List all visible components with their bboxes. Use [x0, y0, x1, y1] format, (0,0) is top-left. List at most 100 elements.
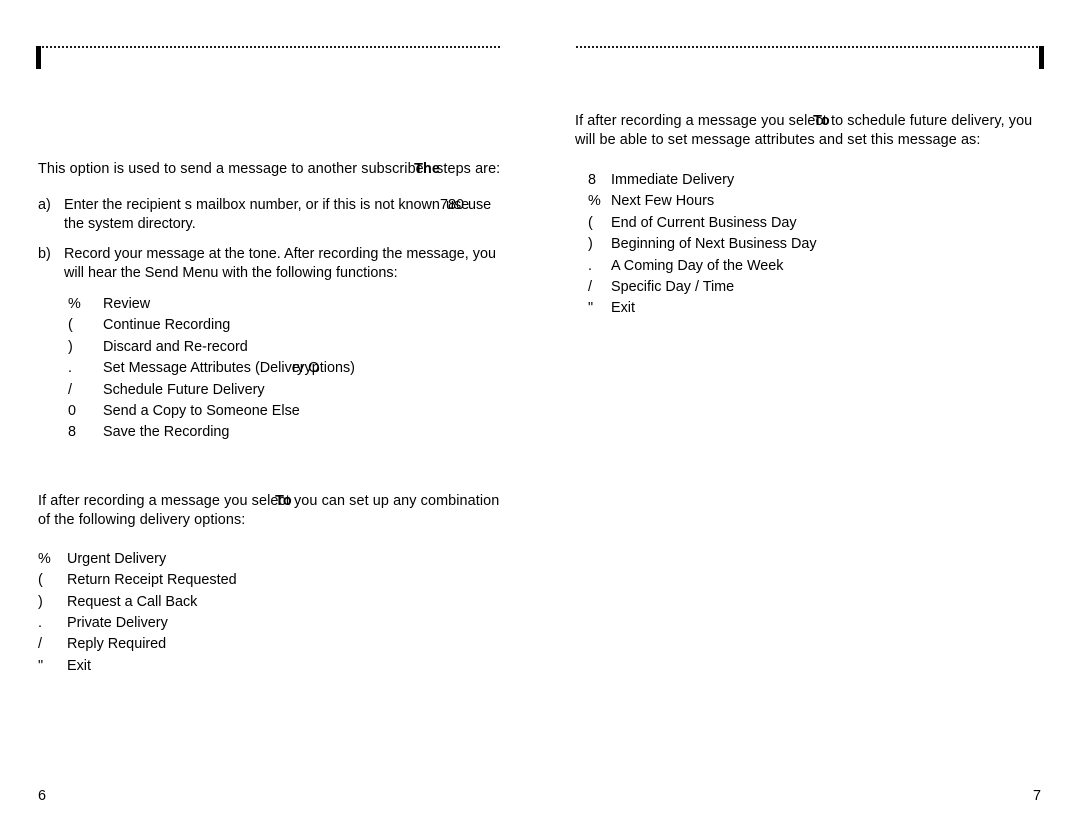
intro-text-before: This option is used to send a message to…	[38, 161, 393, 177]
header-tab-marker-left	[36, 46, 41, 69]
delivery-intro-overlap-over: To	[275, 492, 292, 509]
page-left: This option is used to send a message to…	[0, 0, 540, 834]
schedule-intro-overlap-artifact: lect To	[804, 112, 830, 131]
key-label: Save the Recording	[103, 424, 230, 441]
header-rule-left	[38, 46, 502, 48]
list-item: / Specific Day / Time	[575, 277, 1052, 298]
step-item-b: b) Record your message at the tone. After…	[38, 245, 510, 283]
list-item: 8 Save the Recording	[68, 422, 510, 443]
key-label: Continue Recording	[103, 317, 231, 334]
page-right: If after recording a message you select T…	[540, 0, 1080, 834]
key-label: Reply Required	[67, 636, 167, 653]
send-menu-list: % Review ( Continue Recording ) Discard …	[68, 294, 510, 444]
intro-overlap-over: The	[414, 161, 440, 177]
list-item: ) Request a Call Back	[38, 592, 510, 613]
step-b-text: Record your message at the tone. After r…	[64, 246, 496, 281]
list-item: 0 Send a Copy to Someone Else	[68, 401, 510, 422]
key-symbol: )	[38, 593, 43, 610]
step-a-text-before: Enter the recipient s mailbox number, or…	[64, 197, 440, 213]
list-gap	[575, 150, 1052, 170]
key-symbol: /	[68, 381, 72, 398]
left-page-content: This option is used to send a message to…	[38, 160, 510, 677]
schedule-intro-paragraph: If after recording a message you select T…	[575, 112, 1052, 150]
key-label: Exit	[67, 657, 91, 674]
key-symbol: %	[68, 296, 81, 312]
key-label: Beginning of Next Business Day	[611, 236, 817, 253]
key-label: Request a Call Back	[67, 593, 198, 610]
key-label-before: Set Message Attributes (De	[103, 360, 279, 377]
steps-list: a) Enter the recipient s mailbox number, …	[38, 196, 510, 283]
intro-paragraph: This option is used to send a message to…	[38, 160, 510, 179]
key-symbol: "	[588, 300, 594, 317]
key-label: Set Message Attributes (Delivery ry Optio…	[103, 358, 510, 379]
delivery-intro-overlap-artifact: lect To	[267, 492, 292, 511]
key-symbol: %	[38, 550, 51, 567]
key-symbol: )	[68, 338, 73, 355]
intro-text-after: steps are:	[431, 161, 501, 177]
right-page-content: If after recording a message you select T…	[575, 112, 1052, 320]
list-item: ( Continue Recording	[68, 315, 510, 336]
step-item-a: a) Enter the recipient s mailbox number, …	[38, 196, 510, 234]
key-label: A Coming Day of the Week	[611, 257, 784, 274]
key-symbol: "	[38, 657, 44, 674]
delivery-intro-before: If after recording a message you se	[38, 492, 268, 509]
list-item: ( Return Receipt Requested	[38, 570, 510, 591]
list-item: ) Beginning of Next Business Day	[575, 234, 1052, 255]
key-label: Send a Copy to Someone Else	[103, 402, 300, 419]
step-marker-a: a)	[38, 197, 51, 213]
header-rule-right	[576, 46, 1040, 48]
key-symbol: 8	[588, 172, 597, 188]
key-symbol: .	[38, 614, 42, 631]
key-label: Review	[103, 296, 151, 312]
key-symbol: %	[588, 193, 601, 210]
page-number-right: 7	[1032, 788, 1041, 804]
key-symbol: 0	[68, 402, 77, 419]
list-item: . Private Delivery	[38, 613, 510, 634]
list-item: ) Discard and Re-record	[68, 337, 510, 358]
step-a-overlap-artifact: 780 use	[440, 196, 469, 215]
key-label: Private Delivery	[67, 614, 168, 631]
list-item: % Urgent Delivery	[38, 549, 510, 570]
key-symbol: /	[38, 636, 42, 653]
list-item: . A Coming Day of the Week	[575, 256, 1052, 277]
key-symbol: (	[68, 317, 73, 334]
key-label: End of Current Business Day	[611, 214, 797, 231]
key-label-overlap-artifact: livery ry O	[278, 358, 319, 379]
header-tab-marker-right	[1039, 46, 1044, 69]
key-symbol: .	[68, 360, 72, 377]
key-label-overlap-over: ry O	[292, 360, 320, 377]
intro-overlap-artifact: criber. The	[392, 160, 440, 179]
step-marker-b: b)	[38, 246, 51, 262]
list-item: / Reply Required	[38, 634, 510, 655]
key-label: Schedule Future Delivery	[103, 381, 265, 398]
key-symbol: (	[588, 214, 593, 231]
key-label: Return Receipt Requested	[67, 572, 237, 589]
key-symbol: )	[588, 236, 593, 253]
list-gap	[38, 530, 510, 549]
schedule-intro-overlap-over: To	[813, 113, 830, 129]
page-number-left: 6	[38, 788, 47, 804]
key-symbol: /	[588, 278, 592, 295]
key-symbol: .	[588, 257, 592, 274]
key-symbol: 8	[68, 424, 77, 441]
key-label: Discard and Re-record	[103, 338, 248, 355]
step-a-overlap-over: use	[445, 197, 470, 213]
list-item: ( End of Current Business Day	[575, 213, 1052, 234]
list-item: " Exit	[38, 656, 510, 677]
schedule-intro-before: If after recording a message you se	[575, 113, 805, 129]
key-label: Specific Day / Time	[611, 278, 735, 295]
key-label: Urgent Delivery	[67, 550, 167, 567]
list-item: / Schedule Future Delivery	[68, 380, 510, 401]
delivery-intro-paragraph: If after recording a message you select T…	[38, 492, 510, 530]
key-label: Exit	[611, 300, 635, 317]
delivery-options-list: % Urgent Delivery ( Return Receipt Reque…	[38, 549, 510, 677]
list-item: % Review	[68, 294, 510, 315]
document-spread: This option is used to send a message to…	[0, 0, 1080, 834]
list-item: " Exit	[575, 298, 1052, 319]
list-item: 8 Immediate Delivery	[575, 170, 1052, 191]
schedule-options-list: 8 Immediate Delivery % Next Few Hours ( …	[575, 170, 1052, 320]
list-item: % Next Few Hours	[575, 191, 1052, 212]
key-label: Immediate Delivery	[611, 172, 735, 188]
key-symbol: (	[38, 572, 43, 589]
